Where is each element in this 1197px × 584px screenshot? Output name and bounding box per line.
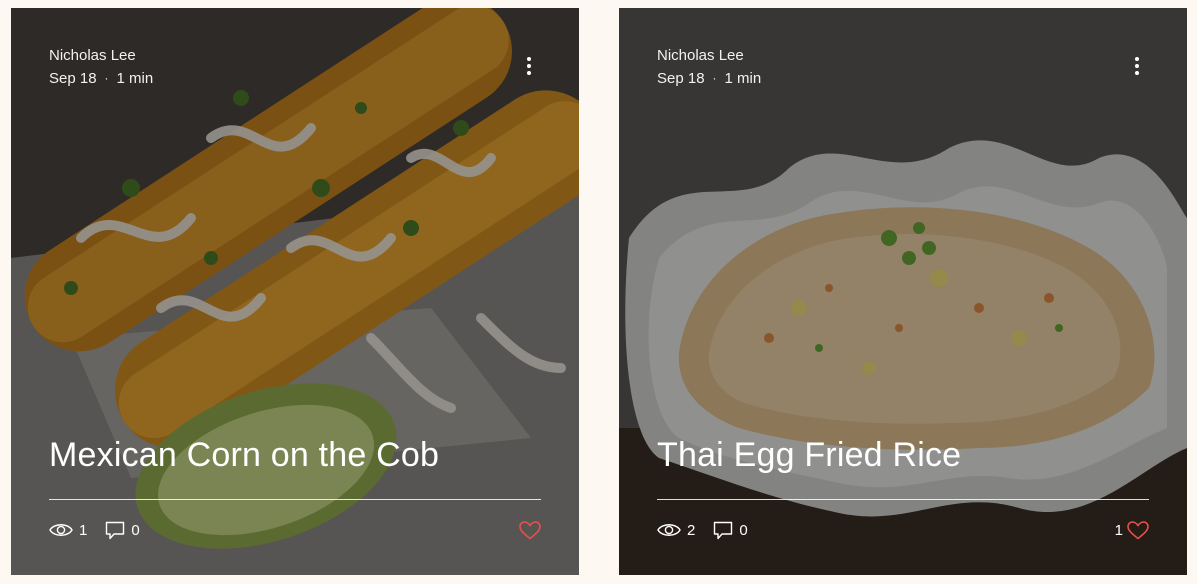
views-count: 1	[49, 522, 87, 539]
author-name[interactable]: Nicholas Lee	[49, 44, 153, 67]
views-count: 2	[657, 522, 695, 539]
heart-icon	[519, 520, 541, 540]
comment-icon	[714, 521, 733, 539]
heart-icon	[1127, 520, 1149, 540]
comments-count[interactable]: 0	[105, 521, 140, 540]
eye-icon	[49, 524, 73, 536]
likes-value: 1	[1114, 521, 1123, 539]
meta-separator: ·	[104, 71, 109, 85]
views-value: 1	[79, 521, 88, 539]
more-vertical-icon[interactable]	[1127, 56, 1147, 76]
post-stats: 1 0	[49, 518, 541, 542]
views-value: 2	[687, 521, 696, 539]
post-meta: Nicholas Lee Sep 18 · 1 min	[49, 44, 153, 90]
image-overlay	[11, 8, 579, 575]
post-card[interactable]: Nicholas Lee Sep 18 · 1 min Mexican Corn…	[11, 8, 579, 575]
post-meta: Nicholas Lee Sep 18 · 1 min	[657, 44, 761, 90]
read-time: 1 min	[116, 70, 154, 87]
post-title[interactable]: Thai Egg Fried Rice	[657, 436, 961, 475]
post-title[interactable]: Mexican Corn on the Cob	[49, 436, 439, 475]
author-name[interactable]: Nicholas Lee	[657, 44, 761, 67]
comment-icon	[106, 521, 125, 539]
post-stats: 2 0 1	[657, 518, 1149, 542]
divider	[49, 499, 541, 500]
like-button[interactable]	[515, 520, 541, 540]
image-overlay	[619, 8, 1187, 575]
read-time: 1 min	[724, 70, 762, 87]
like-button[interactable]: 1	[1114, 520, 1149, 540]
eye-icon	[657, 524, 681, 536]
more-vertical-icon[interactable]	[519, 56, 539, 76]
comments-value: 0	[739, 521, 748, 539]
meta-separator: ·	[712, 71, 717, 85]
post-date: Sep 18	[657, 70, 705, 87]
comments-count[interactable]: 0	[713, 521, 748, 540]
comments-value: 0	[131, 521, 140, 539]
post-card[interactable]: Nicholas Lee Sep 18 · 1 min Thai Egg Fri…	[619, 8, 1187, 575]
post-date: Sep 18	[49, 70, 97, 87]
divider	[657, 499, 1149, 500]
